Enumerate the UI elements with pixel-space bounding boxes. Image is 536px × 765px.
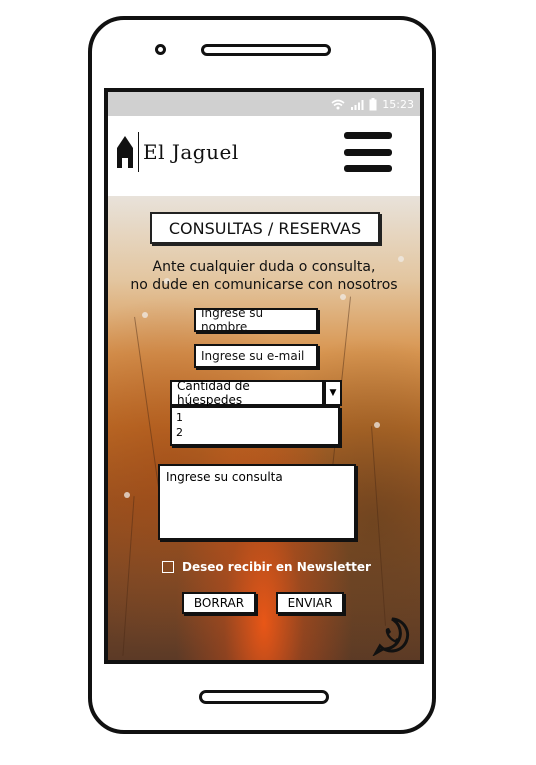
hamburger-menu-icon[interactable] [344, 132, 392, 172]
background-flower [142, 312, 148, 318]
chevron-down-icon[interactable]: ▼ [324, 380, 342, 406]
logo-divider [138, 132, 139, 172]
phone-screen: 15:23 El Jaguel CONSULTAS / RESERVAS Ant… [104, 88, 424, 664]
guests-select-value[interactable]: Cantidad de húespedes [170, 379, 324, 407]
guests-select[interactable]: Cantidad de húespedes ▼ [170, 379, 344, 407]
message-textarea[interactable]: Ingrese su consulta [158, 464, 356, 540]
background-flower [371, 426, 386, 626]
wifi-icon [331, 99, 345, 109]
name-input[interactable]: Ingrese su nombre [194, 306, 318, 334]
guests-option[interactable]: 2 [176, 425, 334, 440]
background-flower [122, 496, 135, 656]
home-button[interactable] [199, 690, 329, 704]
front-camera [155, 44, 166, 55]
background-flower [374, 422, 380, 428]
newsletter-label: Deseo recibir en Newsletter [182, 560, 371, 574]
background-flower [124, 492, 130, 498]
guests-options-list: 1 2 [170, 406, 340, 446]
battery-icon [369, 97, 377, 110]
page-title: CONSULTAS / RESERVAS [150, 212, 380, 244]
submit-button[interactable]: ENVIAR [276, 592, 344, 614]
menu-line [344, 148, 392, 156]
menu-line [344, 165, 392, 172]
form-section: CONSULTAS / RESERVAS Ante cualquier duda… [108, 196, 420, 660]
guests-option[interactable]: 1 [176, 410, 334, 425]
logo[interactable]: El Jaguel [116, 132, 239, 172]
signal-icon [351, 99, 364, 110]
status-time: 15:23 [382, 97, 414, 111]
newsletter-checkbox[interactable] [162, 561, 174, 573]
intro-line: no dude en comunicarse con nosotros [130, 277, 398, 293]
intro-text: Ante cualquier duda o consulta, no dude … [108, 258, 420, 294]
app-header: El Jaguel [108, 116, 420, 196]
status-bar: 15:23 [108, 92, 420, 116]
logo-text: El Jaguel [143, 140, 239, 164]
whatsapp-icon[interactable] [372, 616, 412, 656]
email-input[interactable]: Ingrese su e-mail [194, 344, 318, 368]
house-icon [117, 136, 133, 168]
intro-line: Ante cualquier duda o consulta, [152, 259, 376, 275]
menu-line [344, 132, 392, 139]
reset-button[interactable]: BORRAR [182, 592, 256, 614]
background-flower [340, 294, 346, 300]
newsletter-option: Deseo recibir en Newsletter [162, 560, 371, 574]
speaker-grille [201, 44, 331, 56]
